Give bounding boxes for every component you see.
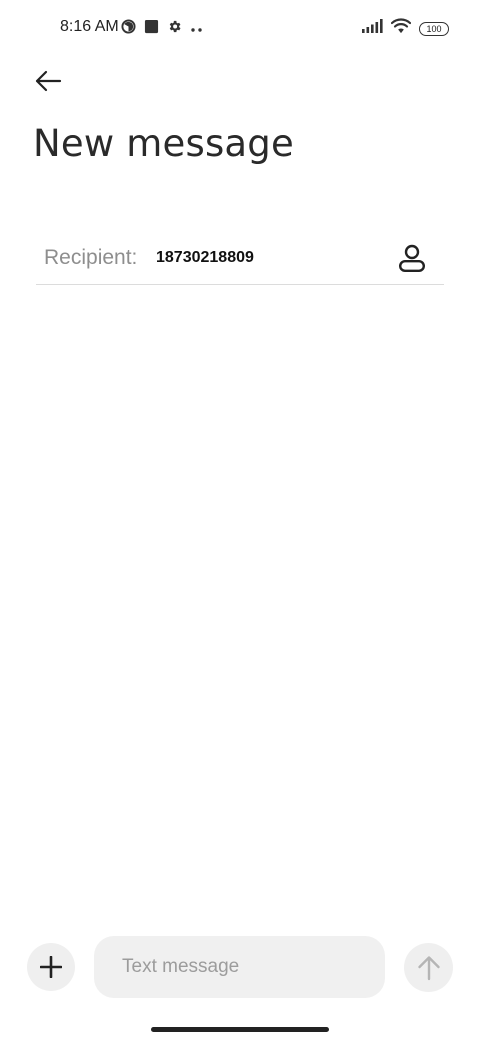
wifi-icon [390, 18, 412, 39]
back-arrow-icon [35, 70, 62, 92]
battery-level: 100 [426, 23, 442, 34]
page-title: New message [33, 122, 294, 165]
battery-icon: 100 [419, 21, 449, 36]
recipient-row[interactable]: Recipient: 18730218809 [36, 232, 444, 285]
settings-gear-icon [167, 19, 182, 39]
new-message-screen: 8:16 AM 100 New message Recipient: 18730… [0, 0, 480, 1040]
more-dots-icon [190, 20, 204, 38]
status-system-icons: 100 [362, 18, 449, 39]
send-button[interactable] [404, 943, 453, 992]
attach-button[interactable] [27, 943, 75, 991]
arrow-up-icon [417, 955, 440, 980]
pick-contact-button[interactable] [392, 240, 432, 276]
contact-person-icon [399, 244, 426, 273]
recipient-number[interactable]: 18730218809 [156, 249, 254, 267]
status-time: 8:16 AM [60, 18, 119, 35]
status-notification-icons [121, 19, 204, 39]
data-saver-icon [121, 19, 136, 39]
plus-icon [40, 956, 62, 978]
status-bar: 8:16 AM 100 [0, 0, 480, 56]
message-input[interactable] [94, 936, 385, 998]
home-indicator[interactable] [151, 1027, 329, 1032]
back-button[interactable] [30, 64, 66, 98]
signal-icon [362, 19, 383, 38]
recipient-label: Recipient: [44, 246, 138, 269]
square-app-icon [144, 19, 159, 39]
